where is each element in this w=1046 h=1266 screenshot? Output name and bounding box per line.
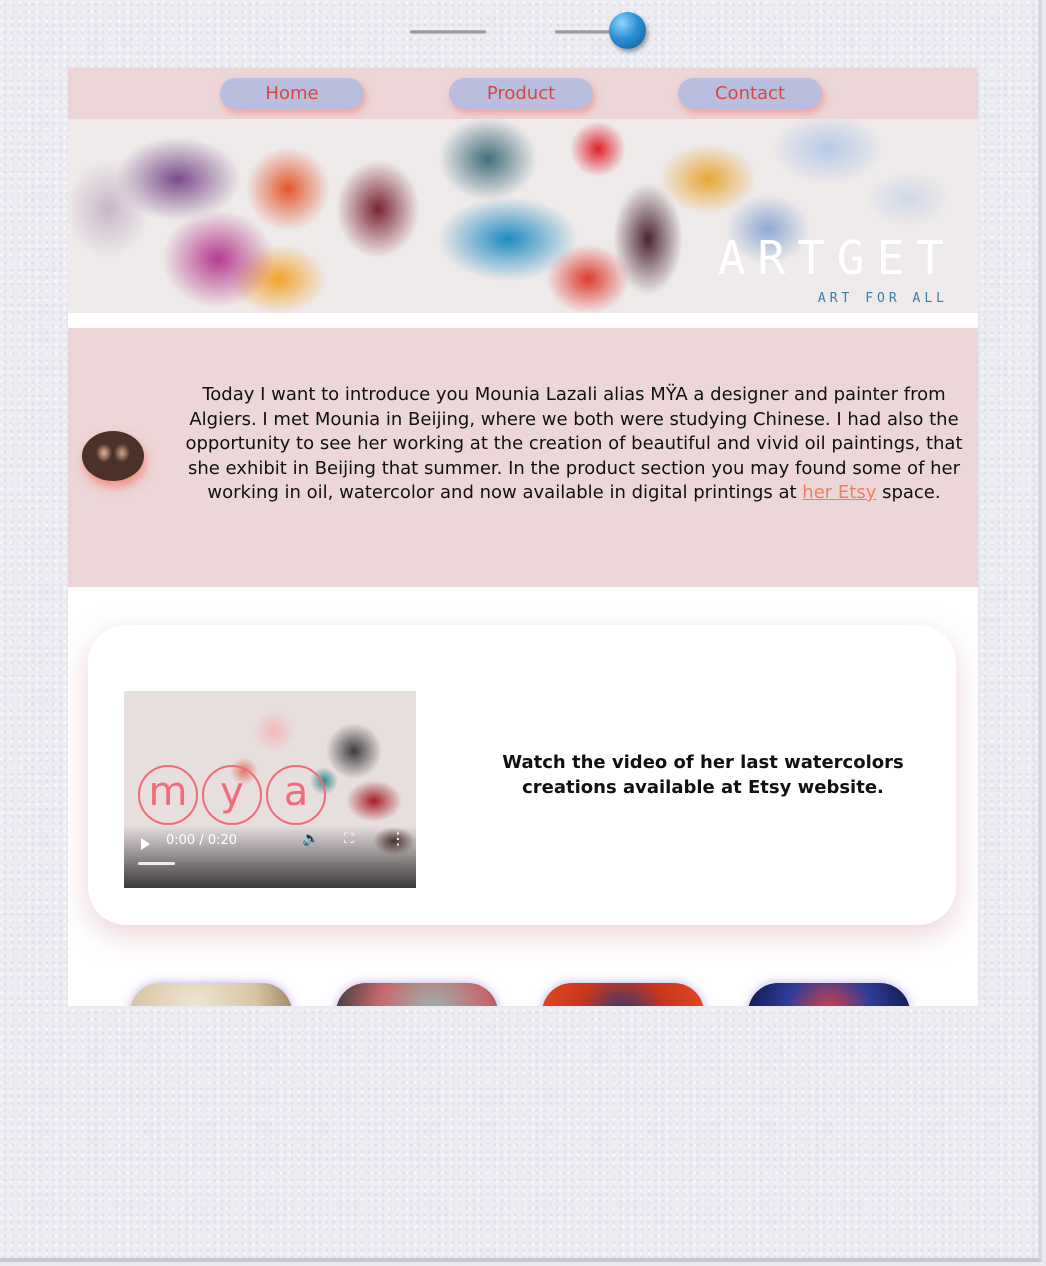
product-thumbnail[interactable] [748, 983, 910, 1006]
product-thumbnail[interactable] [336, 983, 498, 1006]
website-frame: Home Product Contact ARTGET ART FOR ALL … [68, 68, 978, 1006]
product-thumbnail[interactable] [130, 983, 292, 1006]
intro-text-end: space. [876, 482, 941, 503]
video-progress-fill [138, 862, 175, 865]
logo-letter: a [266, 765, 326, 825]
volume-icon[interactable]: 🔈 [302, 831, 319, 847]
top-nav: Home Product Contact [68, 68, 978, 119]
video-card: m y a 0:00 / 0:20 🔈 ⛶ ⋮ Watch the video … [88, 625, 956, 925]
video-time: 0:00 / 0:20 [166, 833, 238, 848]
nav-contact-button[interactable]: Contact [678, 78, 822, 109]
banner-title: ARTGET [717, 231, 956, 285]
intro-section: Today I want to introduce you Mounia Laz… [68, 328, 978, 587]
more-icon[interactable]: ⋮ [390, 829, 406, 848]
banner-subtitle: ART FOR ALL [817, 291, 948, 306]
pin-shadow-line [410, 30, 486, 34]
avatar [82, 431, 144, 481]
logo-letter: y [202, 765, 262, 825]
video-player[interactable]: m y a 0:00 / 0:20 🔈 ⛶ ⋮ [124, 691, 416, 888]
pin-needle [555, 30, 615, 34]
nav-home-button[interactable]: Home [220, 78, 364, 109]
video-controls: 0:00 / 0:20 🔈 ⛶ ⋮ [124, 826, 416, 888]
video-progress-bar[interactable] [138, 862, 402, 865]
logo-letter: m [138, 765, 198, 825]
play-icon[interactable] [141, 838, 150, 850]
hero-banner: ARTGET ART FOR ALL [68, 119, 978, 313]
fullscreen-icon[interactable]: ⛶ [344, 831, 354, 847]
video-caption: Watch the video of her last watercolors … [502, 752, 904, 798]
product-thumbnail[interactable] [542, 983, 704, 1006]
nav-product-button[interactable]: Product [449, 78, 593, 109]
etsy-link[interactable]: her Etsy [802, 482, 876, 503]
video-logo: m y a [138, 765, 326, 825]
push-pin-icon [609, 12, 646, 49]
intro-text: Today I want to introduce you Mounia Laz… [184, 383, 964, 506]
